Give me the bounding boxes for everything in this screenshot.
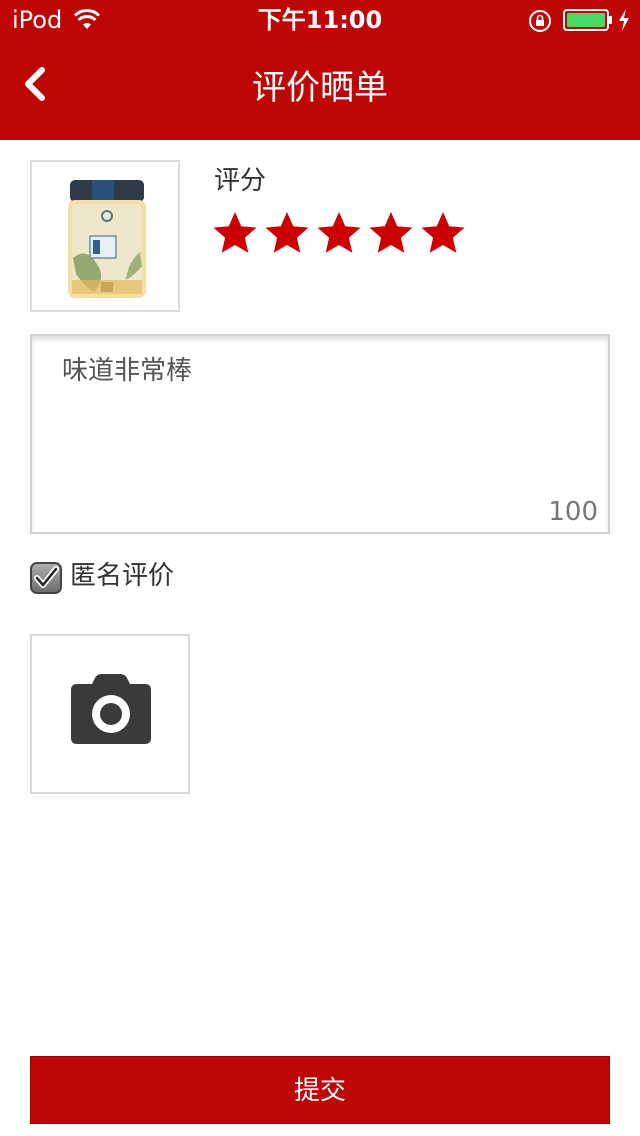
submit-button[interactable]: 提交 [30, 1056, 610, 1124]
comment-textarea[interactable]: 味道非常棒 100 [30, 334, 610, 534]
header: iPod 下午11:00 评价晒单 [0, 0, 640, 140]
product-image [30, 160, 180, 312]
photo-upload-button[interactable] [30, 634, 190, 794]
char-count: 100 [548, 497, 598, 527]
rating-label: 评分 [214, 166, 267, 196]
star-icon[interactable] [316, 210, 362, 256]
star-icon[interactable] [368, 210, 414, 256]
battery-icon [563, 9, 612, 31]
camera-icon [71, 674, 151, 744]
star-rating[interactable] [212, 210, 472, 256]
star-icon[interactable] [264, 210, 310, 256]
charging-bolt-icon [619, 9, 629, 31]
page-title: 评价晒单 [252, 68, 388, 108]
honey-jar-image [68, 180, 146, 298]
star-icon[interactable] [212, 210, 258, 256]
checkbox-checked-icon [30, 562, 62, 594]
comment-text[interactable]: 味道非常棒 [62, 354, 582, 388]
star-icon[interactable] [420, 210, 466, 256]
anonymous-label: 匿名评价 [70, 561, 175, 591]
review-screen: iPod 下午11:00 评价晒单 评分 味道非常棒 100 匿名评价 提交 [0, 0, 640, 1136]
status-bar: iPod 下午11:00 [0, 0, 640, 40]
rotation-lock-icon [529, 10, 551, 32]
nav-bar: 评价晒单 [0, 40, 640, 140]
